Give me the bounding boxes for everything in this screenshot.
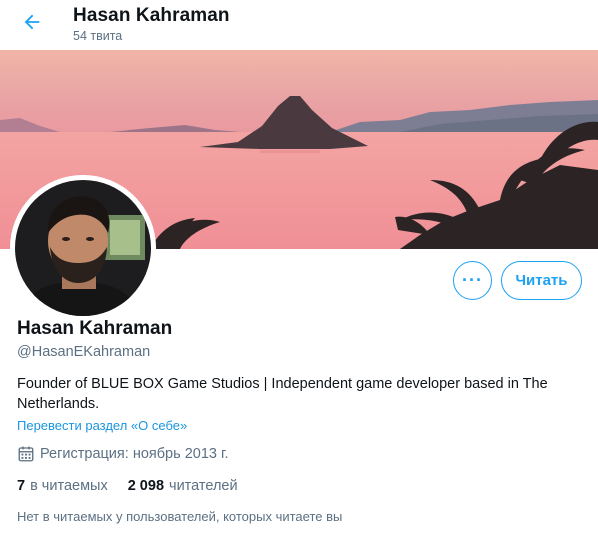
follow-stats: 7 в читаемых 2 098 читателей	[17, 478, 258, 494]
join-date-text: Регистрация: ноябрь 2013 г.	[40, 446, 229, 462]
following-label: в читаемых	[30, 478, 108, 494]
back-button[interactable]	[16, 6, 48, 38]
profile-name: Hasan Kahraman	[17, 318, 173, 339]
profile-bio: Founder of BLUE BOX Game Studios | Indep…	[17, 374, 577, 414]
followers-count: 2 098	[127, 478, 165, 494]
join-date: Регистрация: ноябрь 2013 г.	[17, 445, 229, 463]
profile-header: Hasan Kahraman 54 твита	[0, 0, 598, 50]
profile-avatar[interactable]	[10, 175, 156, 321]
calendar-icon	[17, 445, 35, 463]
arrow-left-icon	[24, 14, 40, 30]
more-options-button[interactable]: ···	[453, 261, 492, 300]
followers-label: читателей	[169, 478, 238, 494]
following-link[interactable]: 7 в читаемых	[17, 478, 108, 494]
header-title: Hasan Kahraman	[73, 5, 230, 26]
translate-bio-link[interactable]: Перевести раздел «О себе»	[17, 418, 187, 433]
bio-line: Founder of BLUE BOX Game Studios | Indep…	[17, 376, 548, 392]
bio-line: Netherlands.	[17, 396, 100, 412]
followers-link[interactable]: 2 098 читателей	[128, 478, 238, 494]
tweet-count: 54 твита	[73, 29, 123, 43]
follow-button[interactable]: Читать	[501, 261, 582, 300]
profile-handle: @HasanEKahraman	[17, 344, 151, 360]
following-count: 7	[17, 478, 26, 494]
avatar-image	[10, 175, 156, 321]
followed-by-text: Нет в читаемых у пользователей, которых …	[17, 509, 343, 524]
